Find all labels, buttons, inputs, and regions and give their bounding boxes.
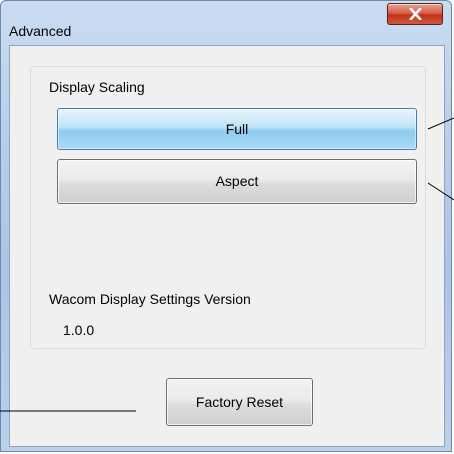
screenshot: Advanced Display Scaling Full Aspect Wac…: [0, 0, 454, 454]
aspect-button[interactable]: Aspect: [57, 159, 417, 204]
window-title: Advanced: [9, 23, 72, 39]
factory-reset-button[interactable]: Factory Reset: [166, 378, 313, 426]
full-button-label: Full: [225, 121, 249, 137]
dialog-content: Display Scaling Full Aspect Wacom Displa…: [9, 45, 445, 447]
aspect-button-label: Aspect: [215, 173, 259, 189]
display-scaling-label: Display Scaling: [49, 79, 145, 95]
version-value: 1.0.0: [63, 322, 95, 338]
title-bar[interactable]: Advanced: [1, 1, 451, 39]
factory-reset-label: Factory Reset: [195, 394, 284, 410]
display-scaling-group: Display Scaling Full Aspect Wacom Displa…: [30, 66, 426, 349]
close-icon: [409, 8, 422, 20]
close-button[interactable]: [387, 3, 443, 25]
full-button[interactable]: Full: [57, 108, 417, 150]
advanced-dialog: Advanced Display Scaling Full Aspect Wac…: [0, 0, 452, 452]
version-label: Wacom Display Settings Version: [49, 291, 251, 307]
